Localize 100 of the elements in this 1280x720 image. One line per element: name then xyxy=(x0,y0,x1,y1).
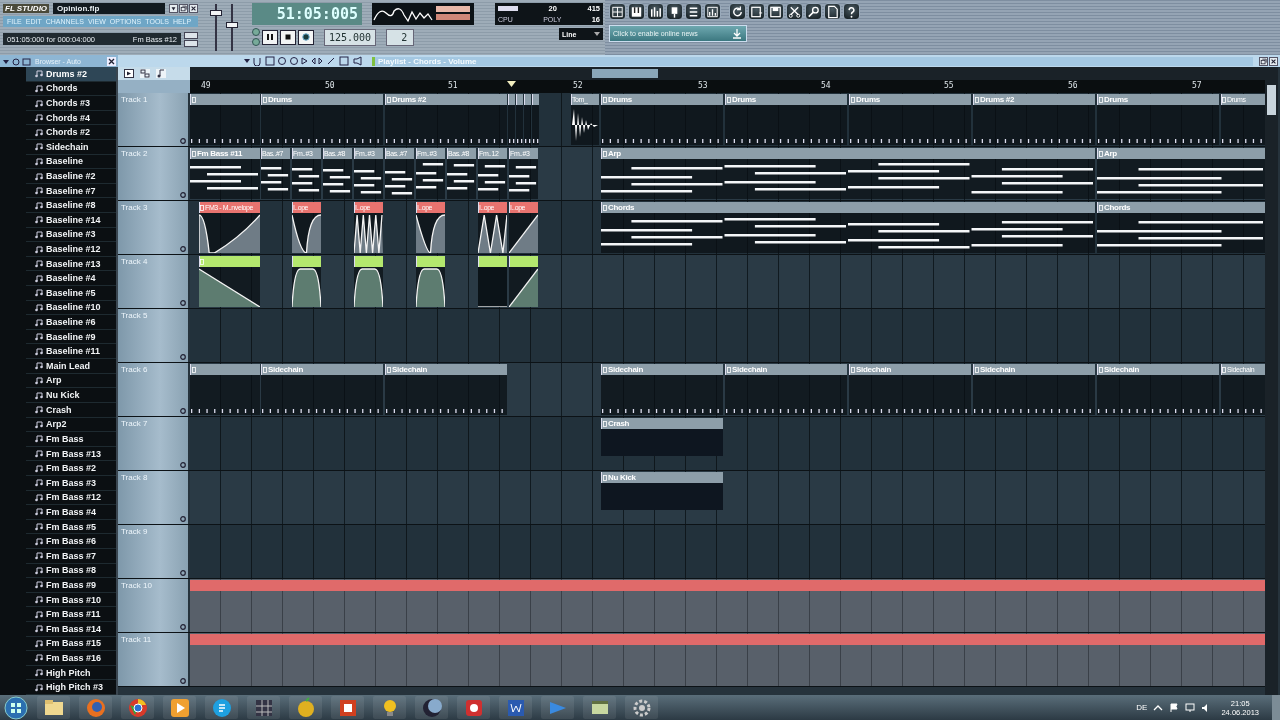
taskbar-button[interactable] xyxy=(205,696,238,719)
pattern-display[interactable]: 2 xyxy=(386,28,415,46)
pattern-clip[interactable]: Drums xyxy=(849,94,971,145)
browser-item[interactable]: Fm Bass #7 xyxy=(26,548,116,564)
taskbar-button[interactable] xyxy=(37,696,70,719)
note-tab-icon[interactable] xyxy=(156,69,166,78)
automation-clip[interactable] xyxy=(292,256,321,307)
browser-item[interactable]: Chords #2 xyxy=(26,125,116,140)
close-icon[interactable] xyxy=(1269,56,1278,66)
browser-item[interactable]: Fm Bass #9 xyxy=(26,578,116,593)
browser-item[interactable]: Baseline #12 xyxy=(26,242,116,257)
browser-item[interactable]: Fm Bass #12 xyxy=(26,490,116,506)
pattern-clip[interactable]: Sidechain xyxy=(849,364,971,415)
track-header[interactable]: Track 10 xyxy=(118,579,188,632)
pattern-clip[interactable]: Drums xyxy=(261,94,383,145)
small-button[interactable] xyxy=(184,39,198,47)
browser-item[interactable]: Fm Bass #10 xyxy=(26,592,116,608)
toolbar-button[interactable] xyxy=(805,3,822,20)
browser-item[interactable]: Main Lead xyxy=(26,359,116,374)
pattern-clip[interactable] xyxy=(190,94,260,145)
toolbar-button[interactable] xyxy=(628,3,645,20)
browser-item[interactable]: Baseline #13 xyxy=(26,256,116,272)
browser-item[interactable]: Fm Bass #11 xyxy=(26,607,116,622)
browser-item[interactable]: Arp2 xyxy=(26,417,116,433)
track-switch-icon[interactable] xyxy=(180,624,186,630)
minimize-icon[interactable] xyxy=(169,3,178,13)
browser-item[interactable]: Fm Bass #13 xyxy=(26,446,116,462)
pattern-clip[interactable]: Sidechain xyxy=(973,364,1095,415)
automation-clip[interactable] xyxy=(190,634,1265,645)
track-lane[interactable] xyxy=(190,633,1265,686)
automation-clip[interactable] xyxy=(354,256,383,307)
pattern-clip[interactable]: Crash xyxy=(601,418,723,456)
toolbar-button[interactable] xyxy=(843,3,860,20)
language-indicator[interactable]: DE xyxy=(1136,703,1148,712)
pattern-clip[interactable]: Chords xyxy=(601,202,1095,253)
pattern-clip[interactable]: Sidechain xyxy=(385,364,507,415)
toolbar-button[interactable] xyxy=(704,3,721,20)
taskbar-button[interactable] xyxy=(163,696,196,719)
track-header[interactable]: Track 5 xyxy=(118,309,188,362)
browser-item[interactable]: Baseline #10 xyxy=(26,300,116,316)
browser-item[interactable]: Sidechain xyxy=(26,140,116,155)
browser-item[interactable]: Fm Bass xyxy=(26,432,116,447)
track-switch-icon[interactable] xyxy=(180,354,186,360)
tempo-display[interactable]: 125.000 xyxy=(324,28,377,46)
browser-item[interactable]: Baseline xyxy=(26,154,116,170)
pause-button[interactable] xyxy=(262,29,278,45)
browser-item[interactable]: Nu Kick xyxy=(26,388,116,403)
taskbar-button[interactable] xyxy=(625,696,658,719)
pattern-clip[interactable]: Sidechain xyxy=(601,364,723,415)
track-switch-icon[interactable] xyxy=(180,192,186,198)
taskbar-button[interactable] xyxy=(289,696,322,719)
track-lane[interactable] xyxy=(190,525,1265,578)
browser-item[interactable]: Baseline #5 xyxy=(26,286,116,301)
browser-item[interactable]: Baseline #8 xyxy=(26,198,116,214)
track-header[interactable]: Track 11 xyxy=(118,633,188,686)
slider-thumb[interactable] xyxy=(210,10,222,17)
track-switch-icon[interactable] xyxy=(180,300,186,306)
track-lane[interactable] xyxy=(190,255,1265,308)
pattern-clip[interactable] xyxy=(508,94,515,145)
close-icon[interactable] xyxy=(107,56,116,66)
taskbar-button[interactable] xyxy=(499,696,532,719)
track-switch-icon[interactable] xyxy=(180,138,186,144)
track-header[interactable]: Track 2 xyxy=(118,147,188,200)
browser-item[interactable]: Fm Bass #6 xyxy=(26,534,116,549)
browser-item[interactable]: Fm Bass #3 xyxy=(26,475,116,491)
toolbar-button[interactable] xyxy=(647,3,664,20)
taskbar-button[interactable] xyxy=(247,696,280,719)
pattern-clip[interactable]: Drums xyxy=(601,94,723,145)
play-tab-icon[interactable] xyxy=(124,69,134,78)
browser-item[interactable]: Baseline #14 xyxy=(26,213,116,228)
track-switch-icon[interactable] xyxy=(180,246,186,252)
track-header[interactable]: Track 8 xyxy=(118,471,188,524)
toolbar-button[interactable] xyxy=(767,3,784,20)
pattern-clip[interactable]: Drums #2 xyxy=(385,94,507,145)
browser-item[interactable]: Baseline #3 xyxy=(26,227,116,243)
toolbar-button[interactable] xyxy=(666,3,683,20)
browser-item[interactable]: Fm Bass #4 xyxy=(26,505,116,520)
toolbar-button[interactable] xyxy=(786,3,803,20)
automation-clip[interactable] xyxy=(509,256,538,307)
track-switch-icon[interactable] xyxy=(180,516,186,522)
automation-clip[interactable] xyxy=(190,580,1265,591)
taskbar-button[interactable] xyxy=(373,696,406,719)
restore-icon[interactable] xyxy=(179,3,188,13)
track-header[interactable]: Track 4 xyxy=(118,255,188,308)
pattern-clip[interactable]: Drums xyxy=(1097,94,1219,145)
browser-item[interactable]: Baseline #4 xyxy=(26,271,116,287)
browser-item[interactable]: Fm Bass #5 xyxy=(26,519,116,535)
track-header[interactable]: Track 6 xyxy=(118,363,188,416)
pattern-clip[interactable]: Drums xyxy=(725,94,847,145)
pattern-clip[interactable]: Sidechain xyxy=(261,364,383,415)
pattern-clip[interactable]: Fm Bass #11 xyxy=(190,148,260,199)
browser-item[interactable]: Baseline #11 xyxy=(26,344,116,360)
track-lane[interactable]: Crash xyxy=(190,417,1265,470)
track-switch-icon[interactable] xyxy=(180,408,186,414)
browser-item[interactable]: Fm Bass #16 xyxy=(26,651,116,666)
pattern-clip[interactable]: Nu Kick xyxy=(601,472,723,510)
automation-clip[interactable] xyxy=(199,256,260,307)
track-switch-icon[interactable] xyxy=(180,570,186,576)
pattern-clip[interactable]: Arp xyxy=(601,148,1095,199)
taskbar-button[interactable] xyxy=(457,696,490,719)
